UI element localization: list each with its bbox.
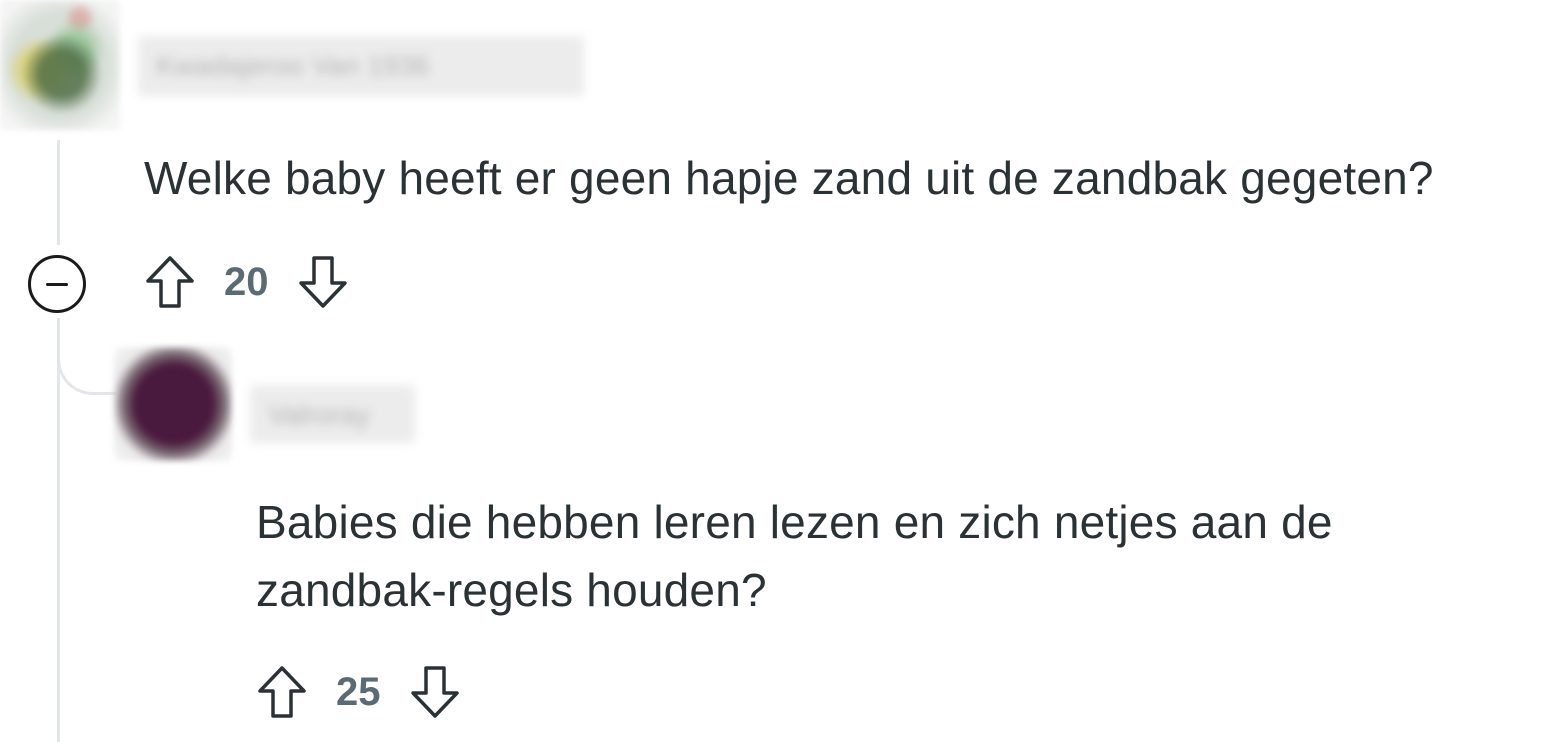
downvote-button[interactable] [407,662,463,722]
thread-line-top [57,140,60,245]
comment-text-line-2: zandbak-regels houden? [256,564,767,616]
arrow-down-icon [298,256,347,308]
upvote-button[interactable] [254,662,310,722]
upvote-button[interactable] [142,252,198,312]
thread-line-main [57,318,60,742]
username[interactable]: Kwadajeroo Van 1936 [138,36,584,96]
username[interactable]: Valroray [250,385,415,443]
thread-branch-curve [57,318,117,395]
vote-count: 25 [336,670,381,714]
vote-bar: 25 [254,662,463,722]
comment-text: Welke baby heeft er geen hapje zand uit … [144,152,1434,204]
vote-bar: 20 [142,252,351,312]
collapse-thread-button[interactable] [28,255,86,313]
downvote-button[interactable] [295,252,351,312]
vote-count: 20 [224,260,269,304]
minus-icon [46,282,68,286]
comment-text-line-1: Babies die hebben leren lezen en zich ne… [256,496,1333,548]
avatar[interactable] [114,347,232,461]
arrow-down-icon [410,666,459,718]
arrow-up-icon [146,256,194,308]
arrow-up-icon [258,666,306,718]
avatar[interactable] [0,0,120,130]
